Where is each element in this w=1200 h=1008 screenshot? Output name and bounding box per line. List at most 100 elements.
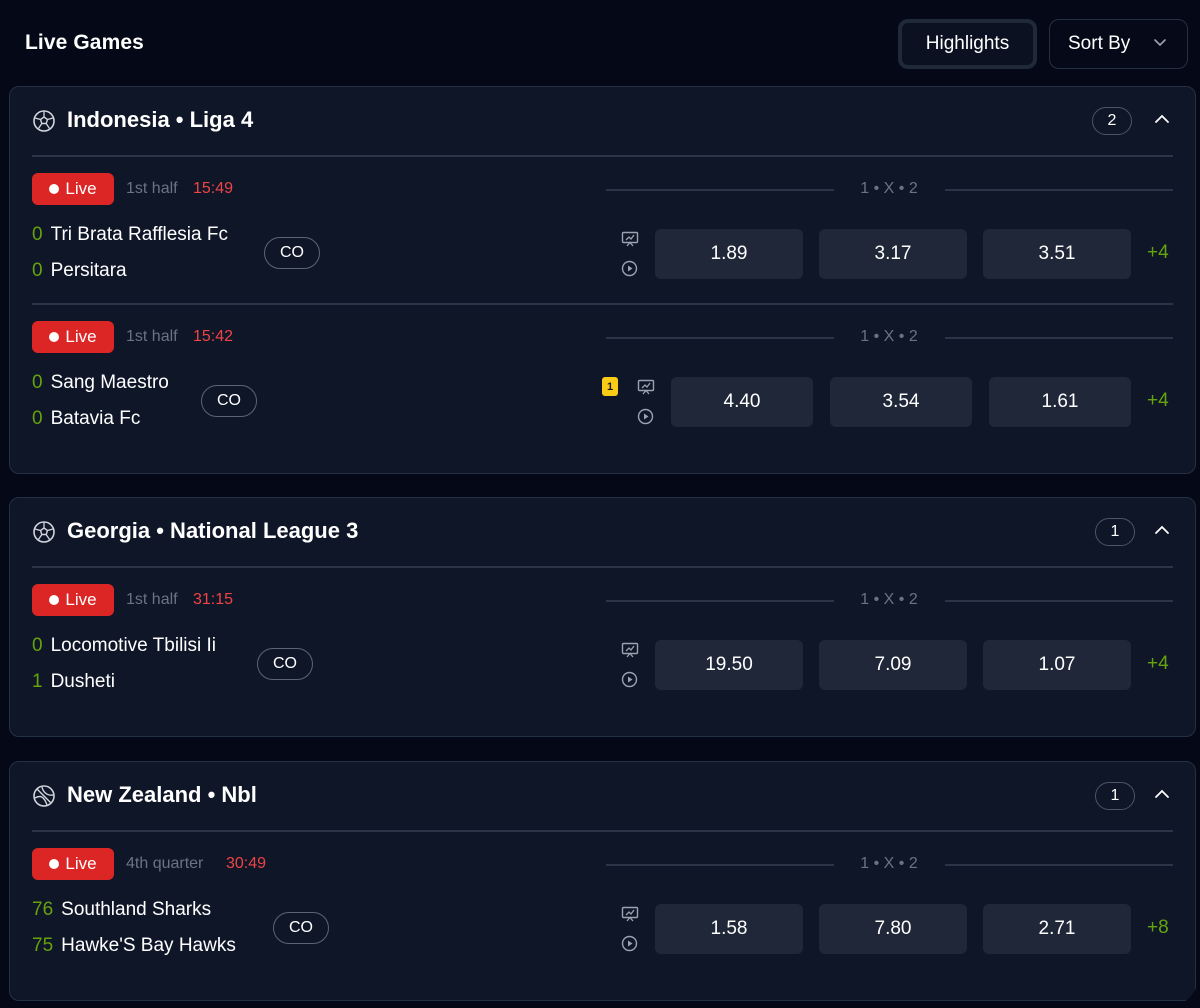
sort-by-label: Sort By — [1068, 33, 1131, 54]
more-markets-link[interactable]: +4 — [1147, 242, 1169, 264]
page-title: Live Games — [25, 31, 144, 54]
league-card-indonesia-liga-4: Indonesia • Liga 4 2 Live 1st half 15:49… — [9, 86, 1196, 474]
divider — [945, 189, 1173, 191]
away-team-name: Hawke'S Bay Hawks — [61, 935, 236, 956]
market-label: 1 • X • 2 — [860, 591, 918, 608]
divider — [606, 337, 834, 339]
live-badge: Live — [32, 584, 114, 616]
match-period: 4th quarter — [126, 855, 204, 872]
away-score: 0 — [32, 260, 43, 281]
home-team-name: Sang Maestro — [50, 372, 169, 393]
divider — [945, 600, 1173, 602]
odd-button-draw[interactable]: 7.09 — [819, 640, 967, 690]
league-title: Georgia • National League 3 — [67, 518, 359, 543]
league-card-georgia-national-league-3: Georgia • National League 3 1 Live 1st h… — [9, 497, 1196, 737]
away-score: 1 — [32, 671, 43, 692]
away-team[interactable]: 0 Batavia Fc — [32, 408, 140, 430]
home-team-name: Southland Sharks — [61, 899, 212, 920]
chevron-up-icon[interactable] — [1154, 524, 1170, 536]
chevron-up-icon[interactable] — [1154, 788, 1170, 800]
match-clock: 30:49 — [226, 855, 267, 872]
league-header[interactable]: Georgia • National League 3 1 — [10, 498, 1195, 566]
soccer-ball-icon — [33, 521, 55, 543]
top-bar: Live Games Highlights Sort By — [0, 0, 1200, 86]
stats-board-icon[interactable] — [621, 906, 639, 922]
home-score: 0 — [32, 635, 43, 656]
odd-button-home[interactable]: 1.58 — [655, 904, 803, 954]
match-count-badge: 2 — [1092, 107, 1132, 135]
basketball-icon — [33, 785, 55, 807]
stats-board-icon[interactable] — [621, 642, 639, 658]
divider — [606, 864, 834, 866]
sort-by-dropdown[interactable]: Sort By — [1049, 19, 1188, 69]
boost-badge: 1 — [602, 377, 618, 396]
divider — [945, 864, 1173, 866]
match-row: Live 1st half 15:42 1 • X • 2 0 Sang Maes… — [10, 304, 1195, 451]
match-count-badge: 1 — [1095, 782, 1135, 810]
more-markets-link[interactable]: +4 — [1147, 390, 1169, 412]
live-games-panel: Live Games Highlights Sort By Indonesia … — [0, 0, 1200, 1008]
highlights-button[interactable]: Highlights — [898, 19, 1037, 69]
odd-button-away[interactable]: 2.71 — [983, 904, 1131, 954]
away-score: 0 — [32, 408, 43, 429]
away-team[interactable]: 0 Persitara — [32, 260, 127, 282]
co-button[interactable]: CO — [201, 385, 257, 417]
play-icon[interactable] — [621, 671, 638, 688]
live-badge: Live — [32, 848, 114, 880]
play-icon[interactable] — [621, 935, 638, 952]
league-header[interactable]: New Zealand • Nbl 1 — [10, 762, 1195, 830]
more-markets-link[interactable]: +8 — [1147, 917, 1169, 939]
match-clock: 31:15 — [193, 591, 234, 608]
market-label: 1 • X • 2 — [860, 180, 918, 197]
league-header[interactable]: Indonesia • Liga 4 2 — [10, 87, 1195, 155]
divider — [606, 189, 834, 191]
away-score: 75 — [32, 935, 54, 956]
home-team-name: Tri Brata Rafflesia Fc — [50, 224, 228, 245]
chevron-down-icon — [1154, 39, 1166, 47]
live-badge: Live — [32, 321, 114, 353]
match-period: 1st half — [126, 328, 178, 345]
home-score: 76 — [32, 899, 54, 920]
home-team[interactable]: 0 Locomotive Tbilisi Ii — [32, 635, 216, 657]
stats-board-icon[interactable] — [621, 231, 639, 247]
home-score: 0 — [32, 224, 43, 245]
match-row: Live 4th quarter 30:49 1 • X • 2 76 South… — [10, 831, 1195, 978]
market-label: 1 • X • 2 — [860, 328, 918, 345]
soccer-ball-icon — [33, 110, 55, 132]
home-score: 0 — [32, 372, 43, 393]
odd-button-draw[interactable]: 3.54 — [830, 377, 972, 427]
more-markets-link[interactable]: +4 — [1147, 653, 1169, 675]
odd-button-draw[interactable]: 7.80 — [819, 904, 967, 954]
away-team[interactable]: 1 Dusheti — [32, 671, 115, 693]
home-team[interactable]: 76 Southland Sharks — [32, 899, 211, 921]
away-team[interactable]: 75 Hawke'S Bay Hawks — [32, 935, 236, 957]
odd-button-away[interactable]: 1.61 — [989, 377, 1131, 427]
league-title: Indonesia • Liga 4 — [67, 107, 254, 132]
odd-button-home[interactable]: 1.89 — [655, 229, 803, 279]
league-card-new-zealand-nbl: New Zealand • Nbl 1 Live 4th quarter 30:… — [9, 761, 1196, 1001]
play-icon[interactable] — [637, 408, 654, 425]
co-button[interactable]: CO — [273, 912, 329, 944]
away-team-name: Persitara — [50, 260, 127, 281]
stats-board-icon[interactable] — [637, 379, 655, 395]
league-title: New Zealand • Nbl — [67, 782, 257, 807]
home-team[interactable]: 0 Tri Brata Rafflesia Fc — [32, 224, 228, 246]
match-period: 1st half — [126, 591, 178, 608]
match-row: Live 1st half 31:15 1 • X • 2 0 Locomotiv… — [10, 567, 1195, 714]
odd-button-draw[interactable]: 3.17 — [819, 229, 967, 279]
match-period: 1st half — [126, 180, 178, 197]
odd-button-home[interactable]: 4.40 — [671, 377, 813, 427]
co-button[interactable]: CO — [264, 237, 320, 269]
live-badge: Live — [32, 173, 114, 205]
divider — [606, 600, 834, 602]
match-clock: 15:42 — [193, 328, 234, 345]
home-team[interactable]: 0 Sang Maestro — [32, 372, 169, 394]
odd-button-away[interactable]: 1.07 — [983, 640, 1131, 690]
divider — [945, 337, 1173, 339]
co-button[interactable]: CO — [257, 648, 313, 680]
odd-button-away[interactable]: 3.51 — [983, 229, 1131, 279]
match-count-badge: 1 — [1095, 518, 1135, 546]
odd-button-home[interactable]: 19.50 — [655, 640, 803, 690]
play-icon[interactable] — [621, 260, 638, 277]
chevron-up-icon[interactable] — [1154, 113, 1170, 125]
